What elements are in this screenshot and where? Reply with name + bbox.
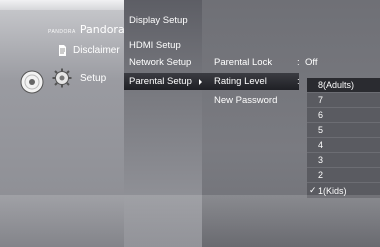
menu-item-setup-label: Setup bbox=[80, 72, 107, 84]
menu-item-disclaimer[interactable]: Disclaimer bbox=[58, 45, 120, 56]
rating-option[interactable]: 8(Adults) bbox=[307, 78, 380, 93]
parental-item-lock[interactable]: Parental Lock bbox=[202, 54, 307, 71]
rating-option[interactable]: 2 bbox=[307, 168, 380, 183]
parental-item-password[interactable]: New Password bbox=[202, 92, 307, 109]
rating-option-label: 2 bbox=[318, 170, 324, 180]
rating-option-label: 7 bbox=[318, 95, 324, 105]
rating-option[interactable]: 3 bbox=[307, 153, 380, 168]
rating-option-label: 1(Kids) bbox=[318, 185, 347, 196]
rating-option-label: 6 bbox=[318, 110, 324, 120]
gear-icon bbox=[52, 68, 72, 88]
brand-logo: PANDORA Pandora bbox=[48, 23, 125, 37]
brand-small-text: PANDORA bbox=[48, 29, 76, 35]
rating-option-label: 3 bbox=[318, 155, 324, 165]
setup-item-parental[interactable]: Parental Setup bbox=[124, 73, 202, 90]
document-icon bbox=[59, 45, 66, 56]
rating-option[interactable]: 7 bbox=[307, 93, 380, 108]
lower-shade bbox=[0, 195, 380, 247]
rating-option[interactable]: 4 bbox=[307, 138, 380, 153]
rating-option[interactable]: 5 bbox=[307, 123, 380, 138]
menu-item-setup[interactable]: Setup bbox=[52, 68, 106, 88]
setup-item-network[interactable]: Network Setup bbox=[124, 54, 202, 71]
colon-separator: : bbox=[297, 57, 300, 68]
rating-option-label: 4 bbox=[318, 140, 324, 150]
rating-dropdown[interactable]: 8(Adults) 7 6 5 4 3 2 ✓ 1(Kids) bbox=[307, 78, 380, 198]
setup-item-display[interactable]: Display Setup bbox=[124, 12, 202, 29]
dvd-disc-icon bbox=[20, 70, 44, 94]
brand-name: Pandora bbox=[79, 23, 125, 36]
menu-item-disclaimer-label: Disclaimer bbox=[73, 45, 120, 56]
colon-separator: : bbox=[297, 76, 300, 87]
parental-item-rating[interactable]: Rating Level bbox=[202, 73, 299, 90]
rating-option-label: 8(Adults) bbox=[318, 80, 355, 90]
rating-option-label: 5 bbox=[318, 125, 324, 135]
screen: PANDORA Pandora Disclaimer Setup Display… bbox=[0, 0, 380, 247]
setup-item-hdmi[interactable]: HDMI Setup bbox=[124, 37, 202, 54]
rating-option[interactable]: 6 bbox=[307, 108, 380, 123]
parental-lock-value: Off bbox=[305, 57, 318, 68]
